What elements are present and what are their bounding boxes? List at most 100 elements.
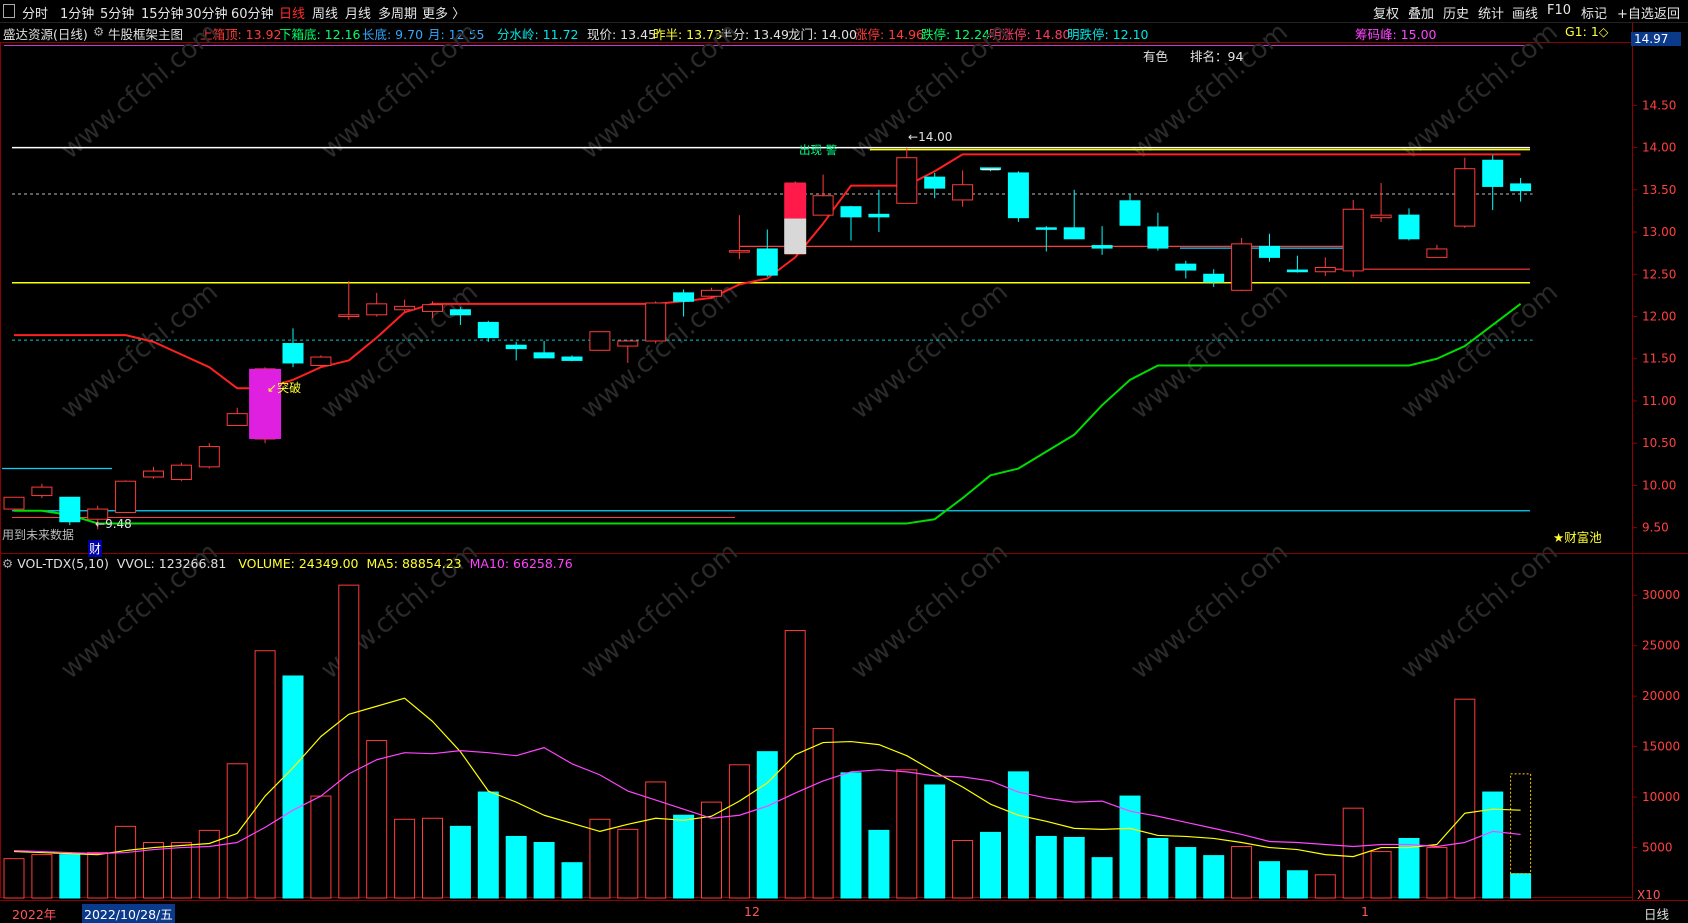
candle-body <box>1203 273 1225 283</box>
volume-tick-label: 15000 <box>1642 740 1680 754</box>
volume-bar <box>561 862 583 899</box>
low-price-marker-value: 9.48 <box>105 517 132 531</box>
current-price-box: 14.97 <box>1631 32 1681 46</box>
volume-bar <box>477 791 499 899</box>
volume-bar <box>1091 857 1113 899</box>
volume-bar <box>59 854 81 899</box>
price-tick-label: 13.00 <box>1642 225 1676 239</box>
sector-label: 有色 <box>1143 49 1169 64</box>
volume-bar <box>31 854 53 899</box>
volume-bar <box>505 835 527 899</box>
candle-body <box>1119 200 1141 226</box>
candle-body <box>170 464 192 481</box>
candle-body <box>924 176 946 189</box>
candle-body <box>338 314 360 318</box>
volume-bar <box>1007 771 1029 899</box>
candle-body <box>728 250 750 253</box>
candle-body <box>1147 226 1169 249</box>
volume-value: VOLUME: 24349.00 <box>238 556 359 571</box>
period-tab-label[interactable]: 日线 <box>1644 904 1669 923</box>
volume-bar <box>115 825 137 899</box>
volume-bar <box>645 781 667 899</box>
ma5-value: MA5: 88854.23 <box>366 556 462 571</box>
candle-body <box>589 331 611 351</box>
volume-bar <box>1314 874 1336 899</box>
watermark-text: www.cfchi.com <box>575 537 744 685</box>
volume-bar <box>868 829 890 899</box>
volume-bar <box>617 828 639 899</box>
price-tick-label: 13.50 <box>1642 183 1676 197</box>
candle-body <box>533 352 555 359</box>
bottom-month-12: 12 <box>744 904 760 919</box>
volume-tick-label: 25000 <box>1642 639 1680 653</box>
candle-body <box>505 344 527 350</box>
wealth-pool-label[interactable]: ★财富池 <box>1553 527 1602 546</box>
future-data-note: 用到未来数据 <box>2 528 75 542</box>
signal-candle-top <box>784 183 807 219</box>
volume-bar <box>1286 870 1308 899</box>
watermark-text: www.cfchi.com <box>1125 277 1294 425</box>
candle-body <box>1314 267 1336 273</box>
volume-bar <box>896 769 918 899</box>
ma10-value: MA10: 66258.76 <box>469 556 573 571</box>
chart-canvas[interactable]: www.cfchi.com www.cfchi.com www.cfchi.com w… <box>0 0 1688 920</box>
volume-bar <box>170 841 192 899</box>
candle-body <box>310 356 332 366</box>
price-tick-label: 14.00 <box>1642 141 1676 155</box>
volume-bar <box>338 584 360 899</box>
low-price-marker: ←9.48 <box>95 517 132 531</box>
signal-candle-bottom <box>784 218 807 255</box>
candle-body <box>31 486 53 497</box>
volume-bar <box>812 727 834 899</box>
volume-bar <box>282 675 304 899</box>
price-tick-label: 12.50 <box>1642 267 1676 281</box>
volume-tick-label: 30000 <box>1642 588 1680 602</box>
candle-body <box>1398 214 1420 240</box>
candle-body <box>1510 183 1532 192</box>
watermark-text: www.cfchi.com <box>845 277 1014 425</box>
candle-body <box>812 195 834 216</box>
high-price-marker-value: 14.00 <box>918 130 953 144</box>
price-tick-label: 12.00 <box>1642 310 1676 324</box>
candle-body <box>366 303 388 316</box>
volume-bar <box>1231 846 1253 899</box>
watermark-text: www.cfchi.com <box>315 17 484 165</box>
volume-gear-icon[interactable]: ⚙ <box>2 556 13 571</box>
volume-bar <box>1482 791 1504 899</box>
candle-body <box>617 340 639 347</box>
candle-body <box>1091 245 1113 249</box>
volume-tick-label: 20000 <box>1642 689 1680 703</box>
candle-body <box>3 496 25 510</box>
watermark-text: www.cfchi.com <box>575 17 744 165</box>
candle-body <box>282 343 304 364</box>
volume-bar <box>226 763 248 899</box>
bottom-year-label: 2022年 <box>12 907 57 922</box>
candle-body <box>840 206 862 218</box>
volume-bar <box>1370 851 1392 899</box>
watermark-text: www.cfchi.com <box>315 277 484 425</box>
candle-body <box>896 157 918 204</box>
candle-body <box>1426 248 1448 258</box>
rank-label: 排名：94 <box>1190 49 1244 64</box>
price-tick-label: 11.50 <box>1642 352 1676 366</box>
breakout-label: ↙突破 <box>267 381 302 395</box>
volume-bar <box>1426 847 1448 899</box>
volume-bar <box>87 852 109 899</box>
candle-body <box>1175 263 1197 271</box>
volume-bar <box>924 784 946 899</box>
watermark-text: www.cfchi.com <box>1395 277 1564 425</box>
volume-forecast-bar <box>1510 773 1532 875</box>
candle-body <box>115 480 137 513</box>
volume-tick-label: 10000 <box>1642 790 1680 804</box>
watermark-text: www.cfchi.com <box>1395 17 1564 165</box>
volume-info-bar: ⚙ VOL-TDX(5,10) VVOL: 123266.81 VOLUME: … <box>2 556 573 571</box>
price-tick-label: 10.50 <box>1642 436 1676 450</box>
watermark-text: www.cfchi.com <box>55 17 224 165</box>
candle-body <box>394 305 416 311</box>
volume-bar <box>784 630 806 899</box>
volume-bar <box>1259 861 1280 899</box>
volume-bar <box>449 825 471 899</box>
price-tick-label: 9.50 <box>1642 521 1669 535</box>
watermark-text: www.cfchi.com <box>1395 537 1564 685</box>
volume-indicator-name[interactable]: VOL-TDX(5,10) <box>17 556 109 571</box>
